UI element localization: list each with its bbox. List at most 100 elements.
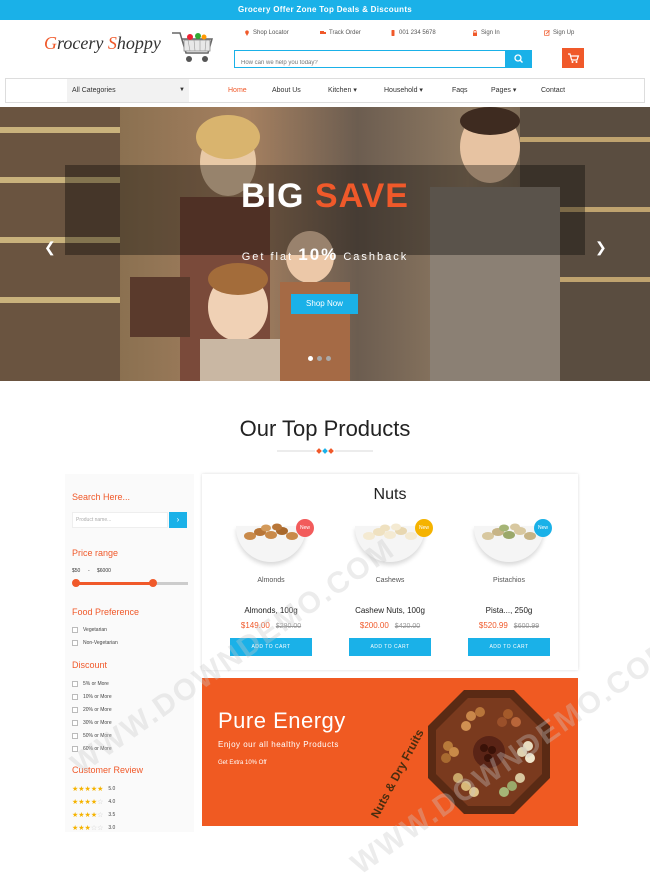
checkbox[interactable] <box>72 627 78 633</box>
product-caption: Almonds <box>257 577 285 584</box>
hero-title: BIG SAVE <box>0 177 650 216</box>
star-rating-icon: ★★★★☆ <box>72 799 104 806</box>
search-box <box>234 50 506 71</box>
slider-dot[interactable] <box>308 356 313 361</box>
discount-option[interactable]: 50% or More <box>72 733 112 739</box>
product-name[interactable]: Pista..., 250g <box>454 606 564 615</box>
nav-item-contact[interactable]: Contact <box>541 79 565 102</box>
add-to-cart-button[interactable]: ADD TO CART <box>468 638 550 656</box>
category-select[interactable]: All Categories ▼ <box>67 79 189 102</box>
promo-subtitle: Enjoy our all healthy Products <box>218 740 339 749</box>
checkbox[interactable] <box>72 707 78 713</box>
star-rating-icon: ★★★★★ <box>72 786 104 793</box>
category-select-value: All Categories <box>72 87 116 94</box>
product-search-input[interactable]: Product name... <box>72 512 168 528</box>
nav-item-home[interactable]: Home <box>228 79 247 102</box>
track-order-label: Track Order <box>329 30 361 36</box>
slider-next-icon[interactable]: ❯ <box>595 239 607 256</box>
product-price: $520.99 $600.99 <box>454 621 564 630</box>
discount-option-label: 50% or More <box>83 733 112 739</box>
price-max: $6000 <box>97 568 111 574</box>
discount-option[interactable]: 60% or More <box>72 746 112 752</box>
hero-slider: BIG SAVE Get flat 10% Cashback Shop Now … <box>0 107 650 381</box>
review-option[interactable]: ★★★☆☆ 3.0 <box>72 824 115 832</box>
map-marker-icon <box>245 30 249 36</box>
new-badge: New <box>296 519 314 537</box>
header-links: Shop Locator Track Order 001 234 5678 Si… <box>238 30 598 42</box>
new-badge: New <box>415 519 433 537</box>
cart-button[interactable] <box>562 48 584 68</box>
search-input[interactable] <box>235 55 505 71</box>
nav-item-household[interactable]: Household ▾ <box>384 79 423 102</box>
product-search-button[interactable]: › <box>169 512 187 528</box>
add-to-cart-button[interactable]: ADD TO CART <box>230 638 312 656</box>
slider-dot[interactable] <box>326 356 331 361</box>
review-value: 3.5 <box>108 812 116 818</box>
product-name[interactable]: Almonds, 100g <box>216 606 326 615</box>
discount-option[interactable]: 30% or More <box>72 720 112 726</box>
product-price: $200.00 $420.00 <box>335 621 445 630</box>
review-option[interactable]: ★★★★☆ 3.5 <box>72 811 115 819</box>
review-value: 5.0 <box>108 786 116 792</box>
review-value: 3.0 <box>108 825 116 831</box>
nav-item-pages[interactable]: Pages ▾ <box>491 79 516 102</box>
discount-option[interactable]: 20% or More <box>72 707 112 713</box>
hero-title-big: BIG <box>241 177 305 215</box>
nav-item-about-us[interactable]: About Us <box>272 79 301 102</box>
nav-item-pages-label: Pages <box>491 87 511 94</box>
discount-option[interactable]: 5% or More <box>72 681 109 687</box>
site-logo[interactable]: Grocery Shoppy <box>44 33 161 54</box>
checkbox[interactable] <box>72 733 78 739</box>
sign-up-link[interactable]: Sign Up <box>544 30 574 36</box>
product-card: New Cashews Cashew Nuts, 100g $200.00 $42… <box>335 474 445 670</box>
slider-prev-icon[interactable]: ❮ <box>44 239 56 256</box>
product-price: $149.00 $280.00 <box>216 621 326 630</box>
caret-down-icon: ▾ <box>512 87 517 94</box>
nav-item-kitchen[interactable]: Kitchen ▾ <box>328 79 357 102</box>
promo-extra: Get Extra 10% Off <box>218 760 267 766</box>
discount-option[interactable]: 10% or More <box>72 694 112 700</box>
discount-heading: Discount <box>72 660 108 670</box>
shop-now-button[interactable]: Shop Now <box>291 294 358 314</box>
price-old: $420.00 <box>394 623 421 630</box>
shopping-cart-logo-icon <box>172 32 213 62</box>
phone-link[interactable]: 001 234 5678 <box>390 30 436 36</box>
checkbox[interactable] <box>72 720 78 726</box>
dropdown-arrow-icon: ▼ <box>179 87 185 93</box>
checkbox[interactable] <box>72 681 78 687</box>
shop-locator-link[interactable]: Shop Locator <box>244 30 289 36</box>
price-slider-max-handle[interactable] <box>149 579 157 587</box>
slider-dot[interactable] <box>317 356 322 361</box>
search-button[interactable] <box>506 50 532 68</box>
review-option[interactable]: ★★★★★ 5.0 <box>72 785 115 793</box>
cashews-image-icon <box>363 523 417 540</box>
review-option[interactable]: ★★★★☆ 4.0 <box>72 798 115 806</box>
sign-in-link[interactable]: Sign In <box>472 30 500 36</box>
sign-in-label: Sign In <box>481 30 500 36</box>
checkbox[interactable] <box>72 640 78 646</box>
price-dash: - <box>88 568 90 574</box>
product-card: New Almonds Almonds, 100g $149.00 $280.00… <box>216 474 326 670</box>
nav-item-faqs[interactable]: Faqs <box>452 79 468 102</box>
add-to-cart-button[interactable]: ADD TO CART <box>349 638 431 656</box>
main-navigation: All Categories ▼ Home About Us Kitchen ▾… <box>5 78 645 103</box>
track-order-link[interactable]: Track Order <box>320 30 361 36</box>
checkbox[interactable] <box>72 746 78 752</box>
food-option-label: Non-Vegetarian <box>83 640 118 646</box>
price-min: $50 <box>72 568 81 574</box>
hero-subtitle: Get flat 10% Cashback <box>0 245 650 265</box>
nav-item-kitchen-label: Kitchen <box>328 87 352 94</box>
food-option-non-vegetarian[interactable]: Non-Vegetarian <box>72 640 118 646</box>
customer-review-heading: Customer Review <box>72 765 144 775</box>
checkbox[interactable] <box>72 694 78 700</box>
promo-banner[interactable]: Pure Energy Enjoy our all healthy Produc… <box>202 678 578 826</box>
food-option-vegetarian[interactable]: Vegetarian <box>72 627 107 633</box>
shop-locator-label: Shop Locator <box>253 30 289 36</box>
top-announcement-bar: Grocery Offer Zone Top Deals & Discounts <box>0 0 650 20</box>
price-slider[interactable] <box>72 579 188 587</box>
section-divider-icon <box>277 448 373 454</box>
price-slider-min-handle[interactable] <box>72 579 80 587</box>
product-name[interactable]: Cashew Nuts, 100g <box>335 606 445 615</box>
nav-item-household-label: Household <box>384 87 418 94</box>
edit-icon <box>544 30 550 36</box>
